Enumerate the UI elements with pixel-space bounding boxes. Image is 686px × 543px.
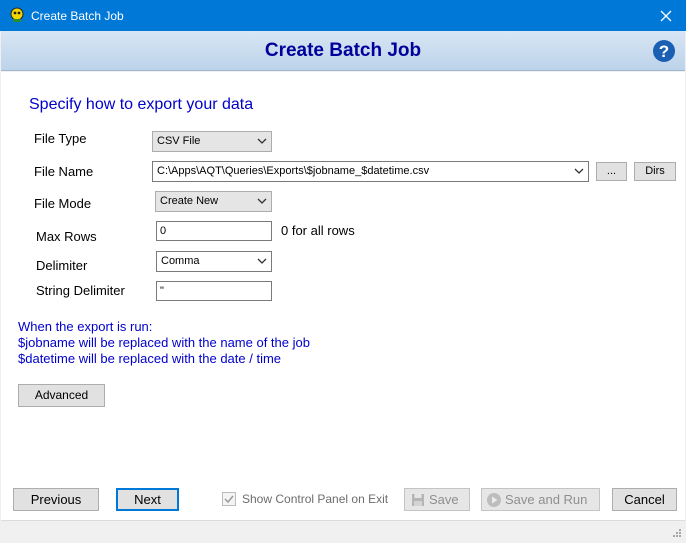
play-icon: [487, 493, 501, 507]
string-delimiter-label: String Delimiter: [36, 283, 125, 298]
max-rows-label: Max Rows: [36, 229, 97, 244]
file-mode-value: Create New: [160, 195, 219, 207]
app-icon: [10, 7, 24, 22]
save-and-run-button[interactable]: Save and Run: [481, 488, 600, 511]
next-button[interactable]: Next: [116, 488, 179, 511]
delimiter-select[interactable]: Comma: [156, 251, 272, 272]
resize-grip-icon[interactable]: [670, 528, 682, 540]
help-icon[interactable]: ?: [652, 39, 676, 63]
dialog-header: Create Batch Job ?: [1, 31, 685, 71]
file-type-value: CSV File: [157, 135, 201, 147]
header-title: Create Batch Job: [264, 40, 422, 61]
svg-text:?: ?: [659, 42, 669, 61]
delimiter-value: Comma: [161, 255, 200, 267]
show-control-panel-checkbox[interactable]: Show Control Panel on Exit: [222, 491, 388, 508]
file-mode-select[interactable]: Create New: [155, 191, 272, 212]
info-line-1: When the export is run:: [18, 319, 153, 334]
window-titlebar: Create Batch Job: [0, 0, 686, 31]
max-rows-input[interactable]: 0: [156, 221, 272, 241]
file-type-label: File Type: [34, 131, 87, 146]
show-control-panel-label: Show Control Panel on Exit: [242, 492, 389, 506]
max-rows-hint: 0 for all rows: [281, 223, 355, 238]
previous-button[interactable]: Previous: [13, 488, 99, 511]
save-icon: [412, 494, 424, 506]
file-mode-label: File Mode: [34, 196, 92, 211]
save-and-run-label: Save and Run: [505, 492, 588, 507]
file-type-select[interactable]: CSV File: [152, 131, 272, 152]
chevron-down-icon: [257, 198, 267, 204]
close-icon: [660, 10, 672, 21]
chevron-down-icon: [574, 168, 584, 174]
chevron-down-icon: [257, 138, 267, 144]
section-heading: Specify how to export your data: [29, 96, 254, 113]
delimiter-label: Delimiter: [36, 258, 88, 273]
save-label: Save: [429, 492, 459, 507]
chevron-down-icon: [257, 258, 267, 264]
close-button[interactable]: [646, 0, 686, 31]
file-name-value: C:\Apps\AQT\Queries\Exports\$jobname_$da…: [157, 165, 430, 177]
window-title: Create Batch Job: [31, 9, 124, 23]
advanced-button[interactable]: Advanced: [18, 384, 105, 407]
string-delimiter-input[interactable]: ": [156, 281, 272, 301]
file-name-combo[interactable]: C:\Apps\AQT\Queries\Exports\$jobname_$da…: [152, 161, 589, 182]
browse-button[interactable]: ...: [596, 162, 627, 181]
info-line-2: $jobname will be replaced with the name …: [18, 335, 310, 350]
save-button[interactable]: Save: [404, 488, 470, 511]
info-line-3: $datetime will be replaced with the date…: [18, 351, 282, 366]
file-name-label: File Name: [34, 164, 94, 179]
dirs-button[interactable]: Dirs: [634, 162, 676, 181]
cancel-button[interactable]: Cancel: [612, 488, 677, 511]
checkbox-checked-icon: [222, 492, 236, 506]
status-divider: [1, 520, 685, 521]
